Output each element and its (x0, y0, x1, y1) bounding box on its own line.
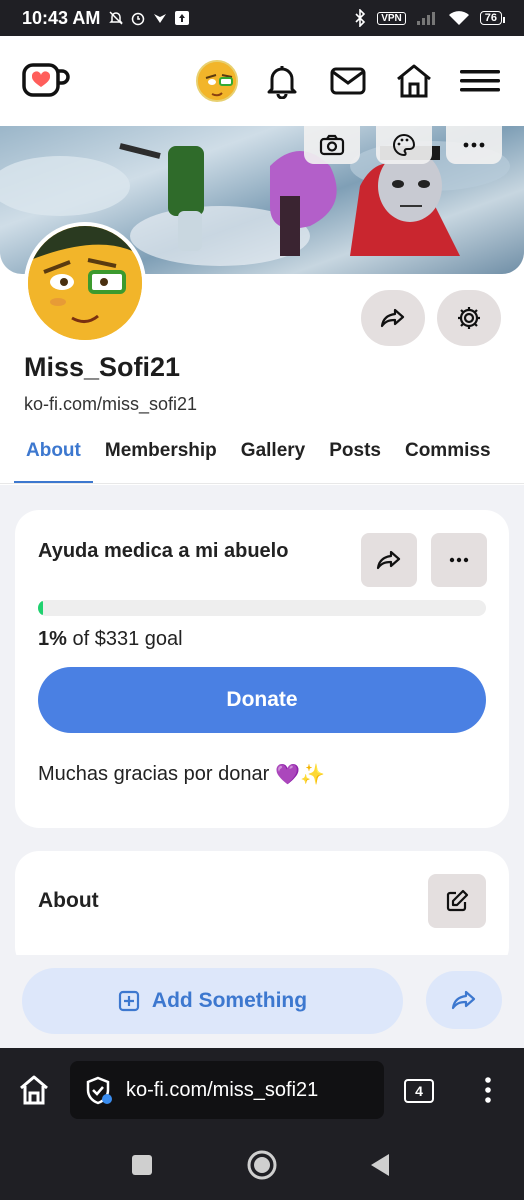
theme-palette-button[interactable] (376, 126, 432, 164)
header-icons (196, 59, 502, 103)
share-arrow-icon (376, 550, 401, 570)
goal-thanks-text: Muchas gracias por donar (38, 763, 270, 785)
address-url: ko-fi.com/miss_sofi21 (126, 1078, 319, 1101)
add-something-label: Add Something (151, 989, 308, 1012)
profile-settings-button[interactable] (437, 290, 501, 346)
status-right: VPN 76 (353, 9, 506, 27)
about-title: About (38, 889, 99, 912)
recents-icon[interactable] (131, 1154, 153, 1181)
back-icon[interactable] (369, 1152, 391, 1183)
menu-icon[interactable] (458, 59, 502, 103)
share-arrow-icon (380, 308, 405, 328)
banner-more-button[interactable] (446, 126, 502, 164)
profile-url: ko-fi.com/miss_sofi21 (24, 394, 198, 414)
avatar[interactable] (196, 60, 238, 102)
goal-card: Ayuda medica a mi abuelo 1% of $331 goal… (15, 510, 509, 828)
android-nav-bar (0, 1132, 524, 1200)
alarm-icon (132, 12, 145, 26)
browser-toolbar: ko-fi.com/miss_sofi21 4 (0, 1048, 524, 1132)
goal-percent: 1% (38, 628, 67, 650)
profile-avatar[interactable] (24, 222, 146, 344)
add-something-button[interactable]: Add Something (22, 968, 403, 1034)
goal-description: Muchas gracias por donar 💜✨ (38, 762, 325, 787)
tab-commissions[interactable]: Commiss (393, 428, 503, 483)
camera-icon (319, 134, 345, 156)
status-notification-icons (108, 10, 190, 26)
wifi-icon (448, 11, 469, 25)
battery-indicator: 76 (479, 11, 506, 25)
app-notification-icon (154, 14, 167, 23)
profile-tabs: About Membership Gallery Posts Commiss (0, 428, 524, 484)
goal-emojis: 💜✨ (275, 764, 326, 786)
site-header (0, 36, 524, 126)
status-time: 10:43 AM (22, 7, 101, 28)
bluetooth-icon (355, 9, 366, 27)
upload-icon (175, 11, 190, 25)
tab-count-button[interactable]: 4 (404, 1079, 434, 1103)
palette-icon (393, 133, 416, 157)
share-arrow-icon (451, 990, 476, 1010)
home-button-icon[interactable] (246, 1149, 278, 1186)
mail-icon[interactable] (326, 59, 370, 103)
status-bar: 10:43 AM VPN 76 (0, 0, 524, 36)
browser-home-icon[interactable] (18, 1074, 50, 1111)
goal-progress-bar (38, 600, 486, 616)
content-area: Ayuda medica a mi abuelo 1% of $331 goal… (0, 485, 524, 971)
tab-posts[interactable]: Posts (317, 428, 393, 483)
share-profile-button[interactable] (361, 290, 425, 346)
goal-amount-text: of $331 goal (72, 628, 183, 650)
goal-more-button[interactable] (431, 533, 487, 587)
goal-share-button[interactable] (361, 533, 417, 587)
about-card: About (15, 851, 509, 971)
add-square-icon (118, 990, 140, 1012)
goal-progress-text: 1% of $331 goal (38, 628, 183, 651)
shield-icon (86, 1076, 112, 1105)
tab-about[interactable]: About (14, 428, 93, 483)
edit-pencil-icon (446, 889, 469, 912)
kofi-cup-icon[interactable] (22, 61, 70, 101)
home-icon[interactable] (392, 59, 436, 103)
signal-icon (416, 12, 435, 25)
change-cover-photo-button[interactable] (304, 126, 360, 164)
profile-name: Miss_Sofi21 (24, 352, 181, 382)
more-horizontal-icon (449, 557, 469, 563)
tab-membership[interactable]: Membership (93, 428, 229, 483)
bell-icon[interactable] (260, 59, 304, 103)
share-page-button[interactable] (426, 971, 502, 1029)
goal-title: Ayuda medica a mi abuelo (38, 540, 289, 562)
goal-progress-fill (38, 600, 44, 616)
address-bar[interactable]: ko-fi.com/miss_sofi21 (70, 1061, 384, 1119)
vpn-badge: VPN (377, 11, 406, 25)
donate-button[interactable]: Donate (38, 667, 486, 733)
gear-icon (458, 307, 480, 329)
browser-menu-icon[interactable] (484, 1076, 492, 1109)
more-horizontal-icon (463, 142, 485, 148)
bottom-action-bar: Add Something (0, 955, 524, 1048)
tab-gallery[interactable]: Gallery (229, 428, 317, 483)
edit-about-button[interactable] (428, 874, 486, 928)
mute-bell-icon (109, 11, 124, 25)
